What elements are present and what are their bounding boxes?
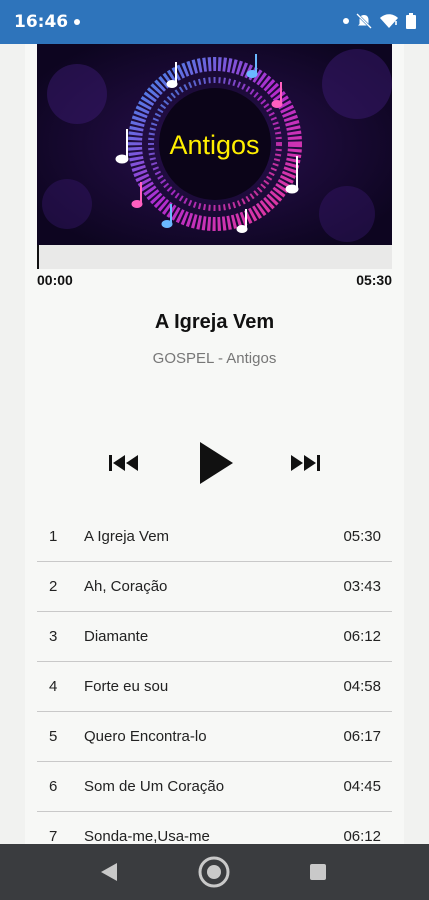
home-circle-icon bbox=[198, 856, 230, 888]
song-title: A Igreja Vem bbox=[154, 311, 275, 333]
track-row[interactable]: 2 Ah, Coração 03:43 bbox=[37, 562, 392, 612]
track-duration: 06:17 bbox=[343, 728, 381, 745]
track-row[interactable]: 3 Diamante 06:12 bbox=[37, 612, 392, 662]
track-name: Sonda-me,Usa-me bbox=[84, 828, 210, 845]
status-bar: 16:46 bbox=[0, 0, 429, 44]
battery-icon bbox=[406, 13, 416, 29]
track-row[interactable]: 5 Quero Encontra-lo 06:17 bbox=[37, 712, 392, 762]
skip-previous-icon bbox=[109, 455, 138, 471]
previous-button[interactable] bbox=[108, 452, 140, 479]
track-name: Quero Encontra-lo bbox=[84, 728, 207, 745]
wifi-icon bbox=[380, 14, 398, 28]
track-duration: 03:43 bbox=[343, 578, 381, 595]
track-list: 1 A Igreja Vem 05:30 2 Ah, Coração 03:43… bbox=[37, 512, 392, 862]
album-cover: Antigos bbox=[37, 44, 392, 245]
status-icons bbox=[343, 12, 417, 30]
album-cover-text: Antigos bbox=[169, 130, 260, 160]
next-button[interactable] bbox=[289, 452, 321, 479]
track-row[interactable]: 1 A Igreja Vem 05:30 bbox=[37, 512, 392, 562]
notification-dot-icon bbox=[343, 18, 349, 24]
notification-dot-icon bbox=[74, 19, 80, 25]
navigation-bar bbox=[0, 844, 429, 900]
track-duration: 06:12 bbox=[343, 628, 381, 645]
elapsed-time: 00:00 bbox=[37, 272, 73, 288]
track-name: Ah, Coração bbox=[84, 578, 168, 595]
skip-next-icon bbox=[291, 455, 320, 471]
track-number: 1 bbox=[49, 528, 58, 545]
track-number: 7 bbox=[49, 828, 58, 845]
track-number: 3 bbox=[49, 628, 58, 645]
track-duration: 04:45 bbox=[343, 778, 381, 795]
track-duration: 05:30 bbox=[343, 528, 381, 545]
track-duration: 04:58 bbox=[343, 678, 381, 695]
track-name: A Igreja Vem bbox=[84, 528, 170, 545]
nav-back-button[interactable] bbox=[99, 861, 119, 888]
nav-home-button[interactable] bbox=[197, 855, 231, 894]
play-button[interactable] bbox=[197, 440, 235, 491]
track-number: 4 bbox=[49, 678, 58, 695]
track-duration: 06:12 bbox=[343, 828, 381, 845]
status-time: 16:46 bbox=[14, 12, 69, 32]
play-icon bbox=[200, 442, 233, 484]
track-row[interactable]: 4 Forte eu sou 04:58 bbox=[37, 662, 392, 712]
progress-bar[interactable] bbox=[37, 245, 392, 269]
track-number: 2 bbox=[49, 578, 58, 595]
track-row[interactable]: 6 Som de Um Coração 04:45 bbox=[37, 762, 392, 812]
progress-fill bbox=[37, 245, 39, 269]
nav-recents-button[interactable] bbox=[309, 863, 327, 886]
back-triangle-icon bbox=[101, 863, 117, 881]
alarm-off-icon bbox=[356, 13, 372, 29]
track-name: Som de Um Coração bbox=[84, 778, 225, 795]
song-subtitle: GOSPEL - Antigos bbox=[152, 350, 277, 367]
track-name: Diamante bbox=[84, 628, 149, 645]
total-time: 05:30 bbox=[356, 272, 392, 288]
track-number: 5 bbox=[49, 728, 58, 745]
recents-square-icon bbox=[310, 864, 326, 880]
track-number: 6 bbox=[49, 778, 58, 795]
track-name: Forte eu sou bbox=[84, 678, 169, 695]
